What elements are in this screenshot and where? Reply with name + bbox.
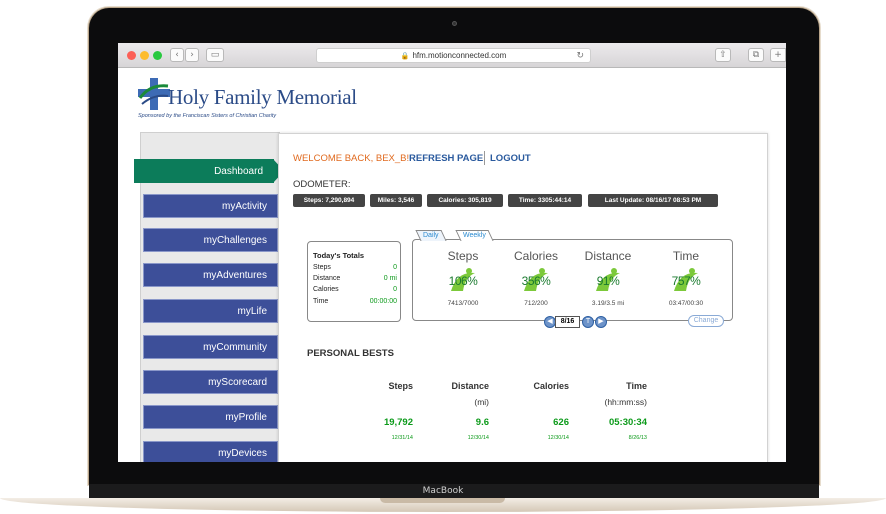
bests-value: 19,792 [383,417,413,428]
minimize-window-button[interactable] [140,51,149,60]
odometer-miles: Miles: 3,546 [370,194,422,207]
change-button[interactable]: Change [688,315,724,327]
odometer-time: Time: 3305:44:14 [508,194,582,207]
laptop-notch [380,498,505,503]
stat-percent: 757% [671,274,701,288]
device-label: MacBook [422,486,464,496]
address-bar[interactable]: 🔒 hfm.motionconnected.com ↻ [316,48,591,63]
lock-icon: 🔒 [400,53,410,60]
personal-bests-title: PERSONAL BESTS [307,348,394,359]
stat-title: Steps [447,249,479,263]
sidebar-item-myadventures[interactable]: myAdventures [143,263,278,287]
sidebar-item-mychallenges[interactable]: myChallenges [143,228,278,252]
todays-totals-title: Today's Totals [313,251,365,260]
reload-icon[interactable]: ↻ [576,49,584,63]
odometer-steps: Steps: 7,290,894 [293,194,365,207]
tab-daily[interactable]: Daily [415,230,447,241]
brand-name[interactable]: Holy Family Memorial [168,85,357,110]
totals-row: Calories 0 [313,286,397,293]
stat-value: 3.19/3.5 mi [591,300,625,307]
url-text: hfm.motionconnected.com [412,51,507,60]
sidebar-item-mydevices[interactable]: myDevices [143,441,278,462]
totals-label: Time [313,298,329,305]
totals-row: Steps 0 [313,264,397,271]
totals-label: Distance [313,275,341,282]
tab-weekly-label: Weekly [463,232,486,239]
bests-value: 05:30:34 [608,417,647,428]
daily-stats-box: Daily Weekly Steps Calories Distance Tim… [412,230,733,321]
totals-value: 0 [393,286,397,293]
dashboard-panel: WELCOME BACK, BEX_B! REFRESH PAGE LOGOUT… [278,133,768,462]
browser-toolbar: ‹ › ▭ 🔒 hfm.motionconnected.com ↻ ⇧ ⧉ + [118,43,786,68]
welcome-message: WELCOME BACK, BEX_B! [293,153,410,164]
todays-totals-box: Today's Totals Steps 0 Distance 0 mi Calor… [307,241,401,322]
bests-value: 626 [553,417,569,428]
odometer-last-update: Last Update: 08/16/17 08:53 PM [588,194,718,207]
cross-logo-icon[interactable] [136,76,172,112]
stat-value: 712/200 [524,300,548,307]
tab-daily-label: Daily [423,232,439,239]
sidebar-item-myprofile[interactable]: myProfile [143,405,278,429]
stat-percent: 106% [448,274,478,288]
bests-date: 8/26/13 [628,435,647,441]
bests-col-head: Calories [533,381,569,391]
forward-button[interactable]: › [185,48,199,62]
back-button[interactable]: ‹ [170,48,184,62]
sidebar-item-myactivity[interactable]: myActivity [143,194,278,218]
new-tab-icon[interactable]: + [770,48,786,62]
bests-date: 12/30/14 [547,435,569,441]
stat-value: 03:47/00:30 [668,300,704,307]
bests-date: 12/31/14 [391,435,413,441]
odometer-calories: Calories: 305,819 [427,194,503,207]
refresh-page-link[interactable]: REFRESH PAGE [409,153,483,164]
bests-col-unit: (mi) [474,397,489,407]
maximize-window-button[interactable] [153,51,162,60]
camera-icon [452,21,457,26]
stat-title: Calories [513,249,558,263]
screen: ‹ › ▭ 🔒 hfm.motionconnected.com ↻ ⇧ ⧉ + H… [118,43,786,462]
bests-col-head: Steps [388,381,413,391]
odometer-label: ODOMETER: [293,179,351,190]
sidebar-toggle-icon[interactable]: ▭ [206,48,224,62]
bests-col-unit: (hh:mm:ss) [604,397,648,407]
totals-value: 0 [393,264,397,271]
stat-title: Time [672,249,700,263]
web-page: Holy Family Memorial Sponsored by the Fr… [118,68,786,462]
sidebar-item-mycommunity[interactable]: myCommunity [143,335,278,359]
stat-percent: 356% [521,274,551,288]
today-button[interactable]: T [582,316,594,328]
bests-col-head: Time [626,381,647,391]
tabs-icon[interactable]: ⧉ [748,48,764,62]
totals-label: Steps [313,264,331,271]
stat-value: 7413/7000 [447,300,479,307]
stat-percent: 91% [596,274,620,288]
share-icon[interactable]: ⇧ [715,48,731,62]
totals-value: 0 mi [383,275,397,282]
tab-weekly[interactable]: Weekly [455,230,494,241]
totals-value: 00:00:00 [369,298,397,305]
totals-row: Distance 0 mi [313,275,397,282]
totals-label: Calories [313,286,339,293]
page-indicator: 8/16 [555,316,580,328]
close-window-button[interactable] [127,51,136,60]
bests-value: 9.6 [475,417,489,428]
sidebar-item-dashboard[interactable]: Dashboard [134,159,284,183]
brand-tagline: Sponsored by the Franciscan Sisters of C… [138,113,277,119]
bests-col-head: Distance [451,381,489,391]
stat-title: Distance [584,249,632,263]
link-separator [484,151,485,165]
totals-row: Time 00:00:00 [313,298,397,305]
sidebar-item-myscorecard[interactable]: myScorecard [143,370,278,394]
logout-link[interactable]: LOGOUT [490,153,531,164]
bests-date: 12/30/14 [467,435,489,441]
sidebar-item-mylife[interactable]: myLife [143,299,278,323]
next-day-button[interactable]: ▶ [595,316,607,328]
